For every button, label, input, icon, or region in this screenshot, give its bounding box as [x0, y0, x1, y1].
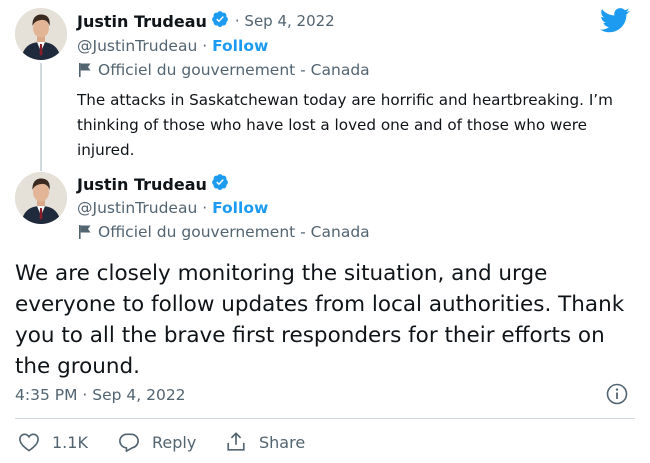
- like-count: 1.1K: [52, 432, 88, 452]
- avatar[interactable]: [15, 8, 67, 60]
- reply-label: Reply: [152, 433, 197, 452]
- author-handle[interactable]: @JustinTrudeau: [77, 37, 197, 55]
- avatar-image: [15, 172, 67, 224]
- author-name[interactable]: Justin Trudeau: [77, 12, 207, 31]
- government-label[interactable]: Officiel du gouvernement - Canada: [98, 61, 370, 79]
- verified-badge-icon: [211, 10, 229, 32]
- avatar[interactable]: [15, 172, 67, 224]
- reply-button[interactable]: Reply: [118, 432, 196, 453]
- follow-button[interactable]: Follow: [212, 199, 268, 217]
- author-handle[interactable]: @JustinTrudeau: [77, 199, 197, 217]
- reply-icon: [119, 433, 139, 452]
- avatar-image: [15, 8, 67, 60]
- government-label[interactable]: Officiel du gouvernement - Canada: [98, 223, 370, 241]
- tweet-date[interactable]: · Sep 4, 2022: [235, 12, 335, 30]
- flag-icon: [79, 225, 91, 239]
- flag-icon: [79, 63, 91, 77]
- tweet-timestamp[interactable]: 4:35 PM · Sep 4, 2022: [15, 386, 186, 404]
- divider: [15, 418, 635, 419]
- thread-connector: [40, 63, 42, 171]
- author-name[interactable]: Justin Trudeau: [77, 175, 207, 194]
- verified-badge-icon: [211, 173, 229, 195]
- tweet-text: The attacks in Saskatchewan today are ho…: [77, 91, 613, 159]
- share-label: Share: [259, 432, 306, 452]
- share-icon: [227, 432, 245, 451]
- share-button[interactable]: Share: [225, 431, 305, 453]
- separator: ·: [202, 199, 208, 217]
- twitter-bird-icon[interactable]: [600, 8, 630, 37]
- tweet-text: We are closely monitoring the situation,…: [15, 261, 625, 379]
- follow-button[interactable]: Follow: [212, 37, 268, 55]
- separator: ·: [202, 37, 208, 55]
- info-icon[interactable]: [606, 383, 628, 409]
- heart-icon: [19, 433, 39, 452]
- like-button[interactable]: 1.1K: [18, 432, 88, 452]
